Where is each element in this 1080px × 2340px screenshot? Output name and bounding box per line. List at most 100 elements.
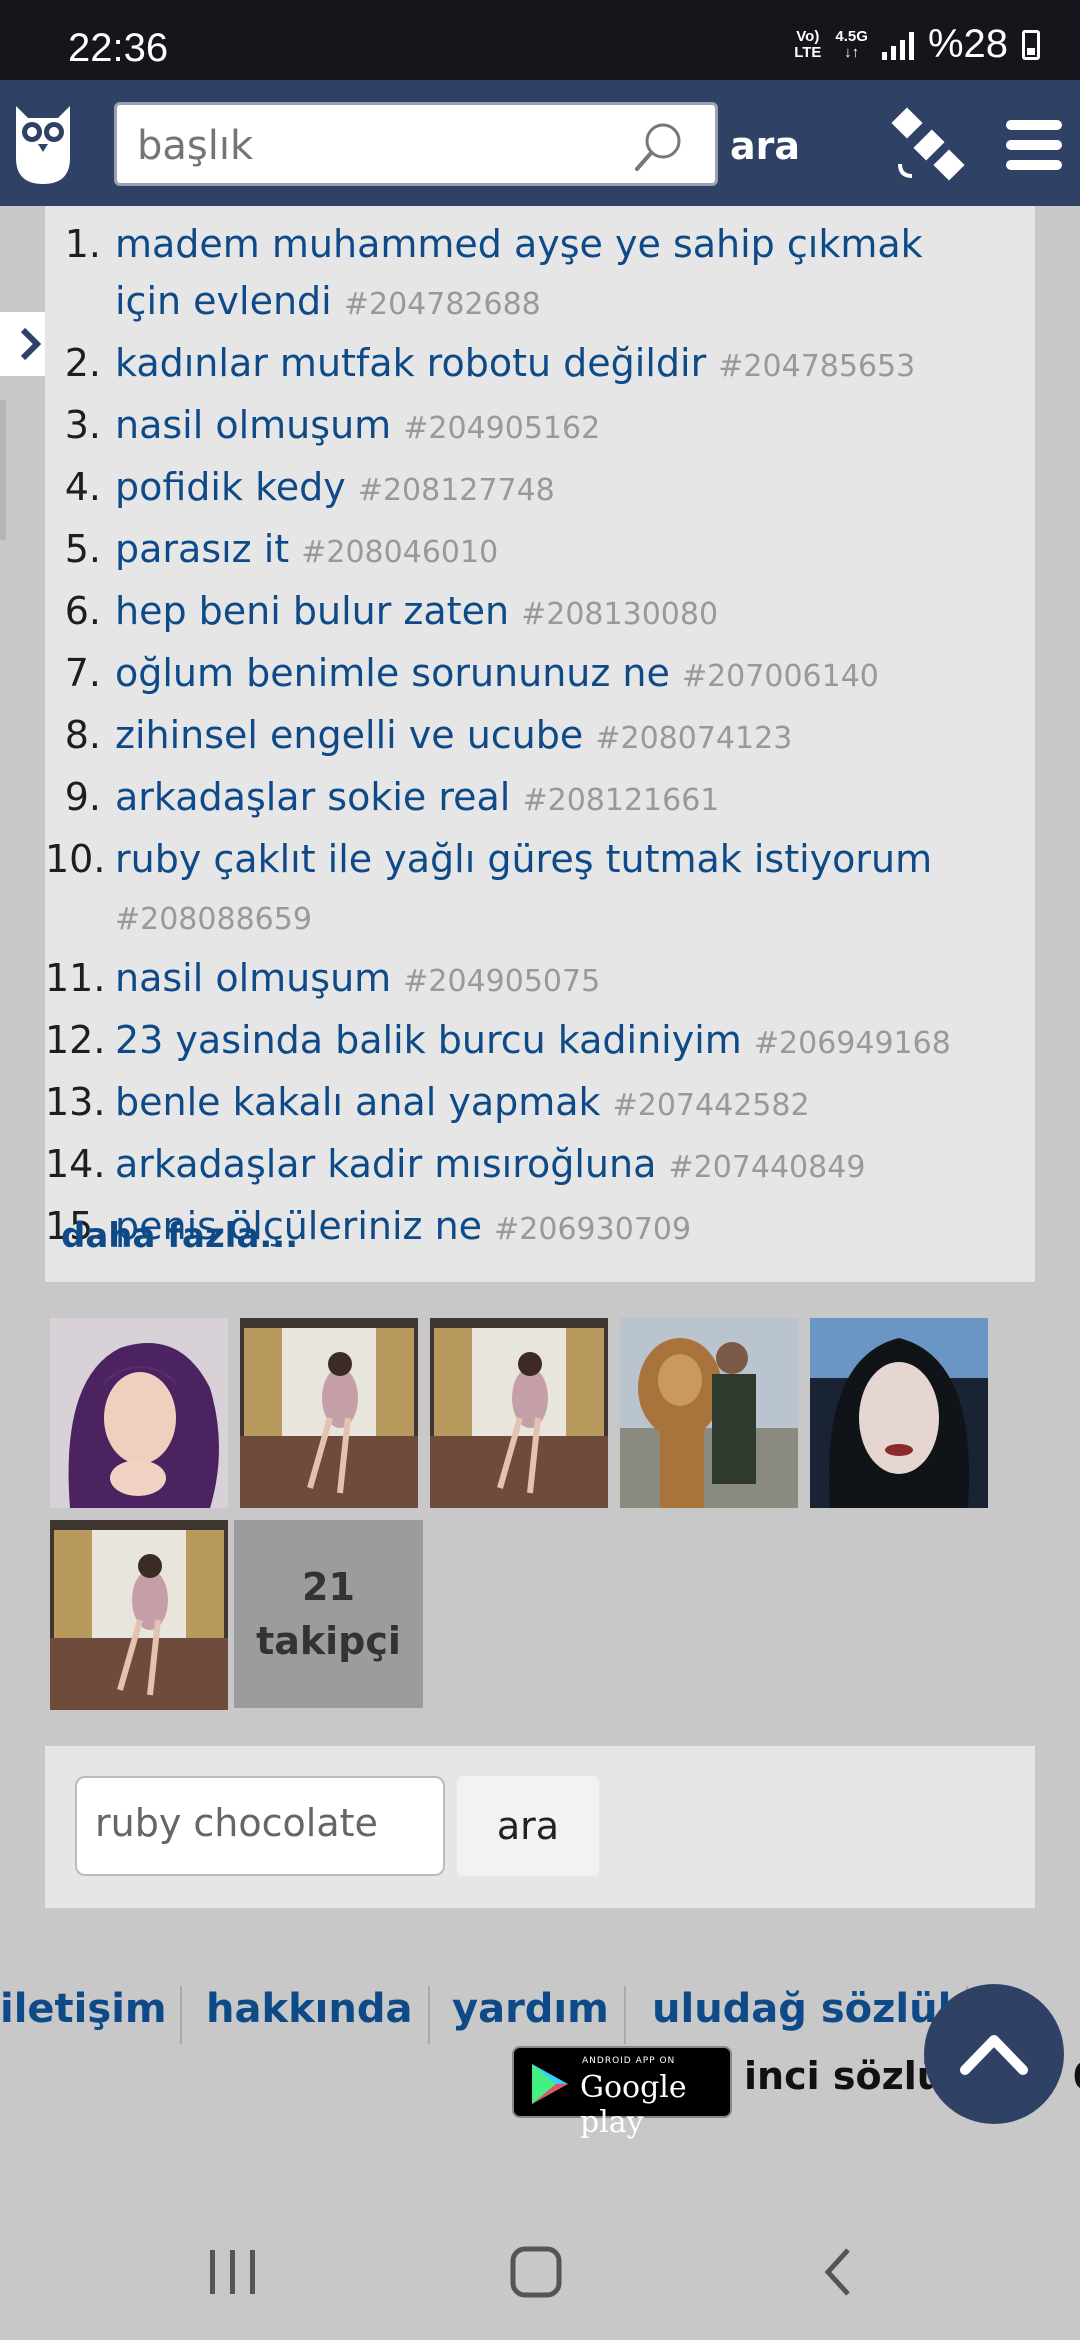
top-bar: ara (0, 80, 1080, 206)
entry-id[interactable]: #204905075 (403, 964, 600, 999)
entry-list: 1. madem muhammed ayşe ye sahip çıkmak iç… (45, 216, 1035, 1260)
menu-icon[interactable] (1006, 120, 1062, 170)
entry-number: 6. (64, 589, 101, 633)
entry-id[interactable]: #207440849 (668, 1150, 865, 1185)
entry-id[interactable]: #208127748 (358, 473, 555, 508)
entry-id[interactable]: #204782688 (344, 287, 541, 322)
entry-id[interactable]: #204905162 (403, 411, 600, 446)
home-icon[interactable] (508, 2244, 564, 2300)
footer-divider (180, 1986, 182, 2044)
entry-title-link[interactable]: pofidik kedy (115, 465, 346, 509)
satellite-icon[interactable] (890, 106, 966, 182)
chevron-up-icon (960, 2035, 1028, 2075)
badge-small-text: ANDROID APP ON (582, 2056, 676, 2066)
entry-number: 3. (64, 403, 101, 447)
entry-id[interactable]: #207006140 (682, 659, 879, 694)
drawer-edge (0, 400, 6, 540)
entry-title-link[interactable]: 23 yasinda balik burcu kadiniyim (115, 1018, 742, 1062)
footer-link-hakkinda[interactable]: hakkında (206, 1986, 412, 2032)
title-search-input[interactable] (135, 119, 619, 173)
badge-text: Google play (580, 2070, 687, 2140)
entry-item[interactable]: 10. ruby çaklıt ile yağlı güreş tutmak is… (45, 831, 1035, 948)
more-link[interactable]: daha fazla... (61, 1216, 298, 1256)
follower-avatar[interactable] (240, 1318, 418, 1508)
user-search-panel: ara (45, 1746, 1035, 1908)
signal-icon (881, 30, 914, 60)
entry-item[interactable]: 13. benle kakalı anal yapmak #207442582 (45, 1074, 1035, 1134)
google-play-badge[interactable]: ANDROID APP ON Google play (512, 2046, 732, 2140)
footer-link-iletisim[interactable]: iletişim (0, 1986, 167, 2032)
entry-number: 14. (45, 1142, 106, 1186)
entry-item[interactable]: 2. kadınlar mutfak robotu değildir #20478… (45, 335, 1035, 395)
entry-title-link[interactable]: zihinsel engelli ve ucube (115, 713, 583, 757)
status-bar: 22:36 Vo) LTE 4.5G ↓↑ %28 (0, 0, 1080, 80)
follower-avatar[interactable] (50, 1520, 228, 1710)
footer-link-yardim[interactable]: yardım (452, 1986, 609, 2032)
follower-avatar[interactable] (810, 1318, 988, 1508)
entry-number: 10. (45, 837, 106, 881)
entry-title-link[interactable]: kadınlar mutfak robotu değildir (115, 341, 706, 385)
status-time: 22:36 (68, 26, 169, 70)
entry-title-link[interactable]: arkadaşlar kadir mısıroğluna (115, 1142, 656, 1186)
entry-item[interactable]: 3. nasil olmuşum #204905162 (45, 397, 1035, 457)
data-indicator: 4.5G ↓↑ (835, 27, 868, 61)
footer-link-uludag[interactable]: uludağ sözlük (652, 1986, 964, 2032)
google-play-icon (532, 2064, 568, 2104)
entry-item[interactable]: 1. madem muhammed ayşe ye sahip çıkmak iç… (45, 216, 1035, 333)
entry-id[interactable]: #208074123 (595, 721, 792, 756)
entry-title-link[interactable]: arkadaşlar sokie real (115, 775, 510, 819)
entry-number: 11. (45, 956, 106, 1000)
scroll-top-button[interactable] (924, 1984, 1064, 2124)
entry-title-link[interactable]: hep beni bulur zaten (115, 589, 509, 633)
entry-number: 4. (64, 465, 101, 509)
user-search-button[interactable]: ara (457, 1776, 599, 1876)
entry-id[interactable]: #208046010 (301, 535, 498, 570)
follower-avatar[interactable] (50, 1318, 228, 1508)
entry-number: 5. (64, 527, 101, 571)
entry-id[interactable]: #207442582 (613, 1088, 810, 1123)
entry-id[interactable]: #204785653 (718, 349, 915, 384)
entry-title-link[interactable]: benle kakalı anal yapmak (115, 1080, 601, 1124)
entry-item[interactable]: 9. arkadaşlar sokie real #208121661 (45, 769, 1035, 829)
entry-title-link[interactable]: nasil olmuşum (115, 403, 391, 447)
followers-count-box[interactable]: 21 takipçi (234, 1520, 423, 1708)
entry-id[interactable]: #208130080 (521, 597, 718, 632)
partial-text: 63 (1072, 2054, 1080, 2098)
chevron-right-icon (20, 327, 42, 361)
entry-item[interactable]: 8. zihinsel engelli ve ucube #208074123 (45, 707, 1035, 767)
status-icons: Vo) LTE 4.5G ↓↑ %28 (794, 22, 1040, 67)
entry-title-link[interactable]: ruby çaklıt ile yağlı güreş tutmak istiy… (115, 837, 932, 881)
entry-id[interactable]: #208088659 (115, 902, 312, 937)
entry-item[interactable]: 14. arkadaşlar kadir mısıroğluna #2074408… (45, 1136, 1035, 1196)
follower-avatar[interactable] (430, 1318, 608, 1508)
battery-icon (1022, 29, 1040, 60)
entry-item[interactable]: 12. 23 yasinda balik burcu kadiniyim #206… (45, 1012, 1035, 1072)
entry-id[interactable]: #208121661 (522, 783, 719, 818)
search-button[interactable]: ara (730, 124, 800, 168)
entry-list-panel: 1. madem muhammed ayşe ye sahip çıkmak iç… (45, 206, 1035, 1282)
entry-title-link[interactable]: nasil olmuşum (115, 956, 391, 1000)
user-search-input[interactable] (93, 1800, 427, 1846)
user-search-field (75, 1776, 445, 1876)
entry-item[interactable]: 6. hep beni bulur zaten #208130080 (45, 583, 1035, 643)
entry-item[interactable]: 11. nasil olmuşum #204905075 (45, 950, 1035, 1010)
entry-number: 7. (64, 651, 101, 695)
title-search-box (114, 102, 718, 186)
entry-id[interactable]: #206949168 (754, 1026, 951, 1061)
entry-item[interactable]: 7. oğlum benimle sorununuz ne #207006140 (45, 645, 1035, 705)
owl-logo-icon[interactable] (8, 98, 78, 186)
entry-number: 8. (64, 713, 101, 757)
entry-id[interactable]: #206930709 (494, 1212, 691, 1247)
entry-title-link[interactable]: parasız it (115, 527, 289, 571)
follower-avatar[interactable] (620, 1318, 798, 1508)
entry-item[interactable]: 4. pofidik kedy #208127748 (45, 459, 1035, 519)
back-icon[interactable] (818, 2244, 858, 2300)
entry-item[interactable]: 5. parasız it #208046010 (45, 521, 1035, 581)
recent-apps-icon[interactable] (206, 2246, 262, 2298)
followers-label: takipçi (256, 1619, 401, 1663)
footer-divider (428, 1986, 430, 2044)
battery-percent: %28 (927, 22, 1008, 66)
search-icon[interactable] (631, 119, 687, 175)
entry-title-link[interactable]: oğlum benimle sorununuz ne (115, 651, 670, 695)
entry-number: 13. (45, 1080, 106, 1124)
